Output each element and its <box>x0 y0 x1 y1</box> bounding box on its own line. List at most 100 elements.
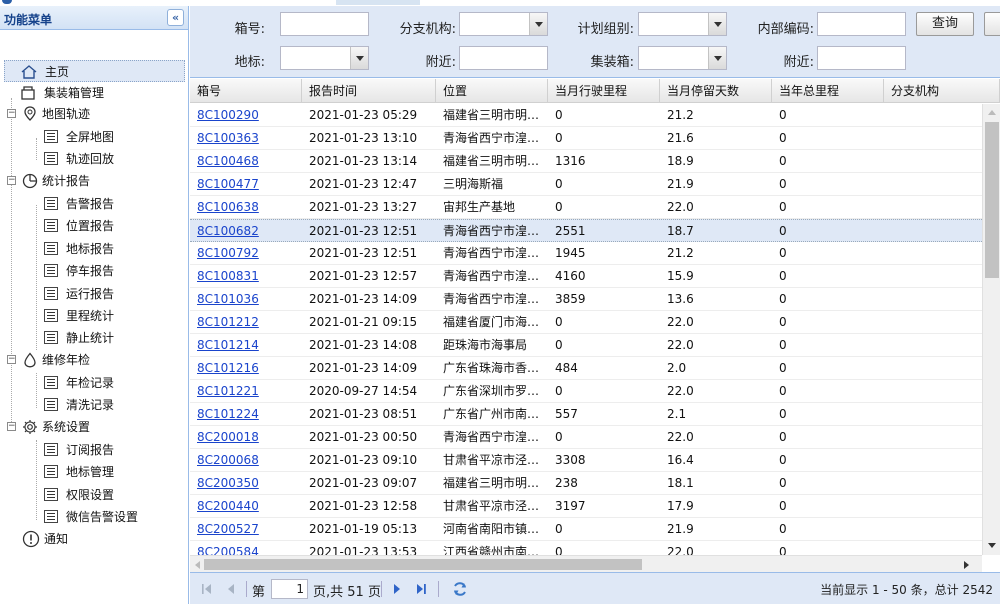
column-header[interactable]: 当月停留天数 <box>660 79 772 103</box>
table-row[interactable]: 8C101036 2021-01-23 14:09 青海省西宁市湟中县 3859 13.… <box>190 288 982 311</box>
table-row[interactable]: 8C101216 2021-01-23 14:09 广东省珠海市香洲区 484 2.0 0 <box>190 357 982 380</box>
sidebar-item-running-report[interactable]: 运行报告 <box>4 283 185 305</box>
sidebar-item-system-settings[interactable]: − 系统设置 <box>4 416 185 438</box>
table-row[interactable]: 8C200018 2021-01-23 00:50 青海省西宁市湟中县 0 22.0 0 <box>190 426 982 449</box>
sidebar-item-statistics[interactable]: − 统计报告 <box>4 170 185 192</box>
box-no-link[interactable]: 8C100792 <box>190 242 302 264</box>
table-row[interactable]: 8C100468 2021-01-23 13:14 福建省三明市明溪县 1316 18.… <box>190 150 982 173</box>
collapse-toggle-icon[interactable]: − <box>7 355 16 364</box>
table-row[interactable]: 8C100363 2021-01-23 13:10 青海省西宁市湟中县 0 21.6 0 <box>190 127 982 150</box>
box-no-link[interactable]: 8C100290 <box>190 104 302 126</box>
table-row[interactable]: 8C100290 2021-01-23 05:29 福建省三明市明溪县 0 21.2 0 <box>190 104 982 127</box>
sidebar-item-subscribe-report[interactable]: 订阅报告 <box>4 439 185 461</box>
column-header[interactable]: 箱号 <box>190 79 302 103</box>
prev-page-icon[interactable] <box>224 582 238 596</box>
sidebar-item-fullscreen-map[interactable]: 全屏地图 <box>4 126 185 148</box>
query-button[interactable]: 查询 <box>916 12 974 36</box>
refresh-icon[interactable] <box>452 581 468 597</box>
column-header[interactable]: 位置 <box>436 79 548 103</box>
horizontal-scrollbar[interactable] <box>190 555 982 572</box>
sidebar-item-home[interactable]: 主页 <box>4 60 185 82</box>
box-no-link[interactable]: 8C100468 <box>190 150 302 172</box>
table-row[interactable]: 8C200584 2021-01-23 13:53 江西省赣州市南康区 0 22.0 0 <box>190 541 982 555</box>
column-header[interactable]: 当月行驶里程 <box>548 79 660 103</box>
box-no-link[interactable]: 8C101224 <box>190 403 302 425</box>
scroll-left-icon[interactable] <box>193 560 201 570</box>
box-no-link[interactable]: 8C100638 <box>190 196 302 218</box>
table-row[interactable]: 8C200440 2021-01-23 12:58 甘肃省平凉市泾川县 3197 17.… <box>190 495 982 518</box>
box-no-link[interactable]: 8C200584 <box>190 541 302 555</box>
box-no-link[interactable]: 8C200068 <box>190 449 302 471</box>
table-row[interactable]: 8C200068 2021-01-23 09:10 甘肃省平凉市泾川县 3308 16.… <box>190 449 982 472</box>
collapse-toggle-icon[interactable]: − <box>7 109 16 118</box>
last-page-icon[interactable] <box>414 582 428 596</box>
landmark-select[interactable] <box>280 46 369 70</box>
sidebar-item-wechat-alarm[interactable]: 微信告警设置 <box>4 506 185 528</box>
box-no-link[interactable]: 8C200018 <box>190 426 302 448</box>
scroll-thumb[interactable] <box>985 122 999 278</box>
sidebar-item-permissions[interactable]: 权限设置 <box>4 484 185 506</box>
sidebar-item-notifications[interactable]: 通知 <box>4 528 185 550</box>
sidebar-item-inspection-records[interactable]: 年检记录 <box>4 372 185 394</box>
next-page-icon[interactable] <box>390 582 404 596</box>
table-row[interactable]: 8C101224 2021-01-23 08:51 广东省广州市南沙区 557 2.1 0 <box>190 403 982 426</box>
extra-button[interactable] <box>984 12 1000 36</box>
sidebar-item-maintenance[interactable]: − 维修年检 <box>4 349 185 371</box>
first-page-icon[interactable] <box>200 582 214 596</box>
chevron-down-icon[interactable] <box>529 13 547 35</box>
scroll-right-icon[interactable] <box>963 560 971 570</box>
top-tab[interactable] <box>336 0 420 5</box>
table-row[interactable]: 8C101214 2021-01-23 14:08 距珠海市海事局 0 22.0 0 <box>190 334 982 357</box>
sidebar-item-landmark-report[interactable]: 地标报告 <box>4 238 185 260</box>
box-no-link[interactable]: 8C101216 <box>190 357 302 379</box>
sidebar-item-idle-stats[interactable]: 静止统计 <box>4 327 185 349</box>
box-no-link[interactable]: 8C100363 <box>190 127 302 149</box>
chevron-down-icon[interactable] <box>708 47 726 69</box>
scroll-up-icon[interactable] <box>987 108 997 116</box>
branch-select[interactable] <box>459 12 548 36</box>
box-no-input[interactable] <box>280 12 369 36</box>
table-row[interactable]: 8C200350 2021-01-23 09:07 福建省三明市明溪县 238 18.1… <box>190 472 982 495</box>
box-no-link[interactable]: 8C200527 <box>190 518 302 540</box>
scroll-thumb[interactable] <box>204 559 642 570</box>
nearby-2-input[interactable] <box>817 46 906 70</box>
box-no-link[interactable]: 8C101214 <box>190 334 302 356</box>
sidebar-item-alarm-report[interactable]: 告警报告 <box>4 193 185 215</box>
box-no-link[interactable]: 8C100831 <box>190 265 302 287</box>
chevron-down-icon[interactable] <box>708 13 726 35</box>
table-row[interactable]: 8C100831 2021-01-23 12:57 青海省西宁市湟中县 4160 15.… <box>190 265 982 288</box>
sidebar-item-track-playback[interactable]: 轨迹回放 <box>4 148 185 170</box>
collapse-toggle-icon[interactable]: − <box>7 422 16 431</box>
page-number-input[interactable]: 1 <box>271 579 308 599</box>
chevron-down-icon[interactable] <box>350 47 368 69</box>
sidebar-item-position-report[interactable]: 位置报告 <box>4 215 185 237</box>
table-row[interactable]: 8C100792 2021-01-23 12:51 青海省西宁市湟中县 1945 21.… <box>190 242 982 265</box>
table-row[interactable]: 8C101221 2020-09-27 14:54 广东省深圳市罗湖区 0 22.0 0 <box>190 380 982 403</box>
table-row[interactable]: 8C101212 2021-01-21 09:15 福建省厦门市海沧区 0 22.0 0 <box>190 311 982 334</box>
collapse-sidebar-button[interactable]: « <box>167 9 184 26</box>
nearby-input[interactable] <box>459 46 548 70</box>
box-no-link[interactable]: 8C100477 <box>190 173 302 195</box>
box-no-link[interactable]: 8C101221 <box>190 380 302 402</box>
column-header[interactable]: 报告时间 <box>302 79 436 103</box>
container-select[interactable] <box>638 46 727 70</box>
sidebar-item-mileage-stats[interactable]: 里程统计 <box>4 305 185 327</box>
internal-code-input[interactable] <box>817 12 906 36</box>
table-row[interactable]: 8C200527 2021-01-19 05:13 河南省南阳市镇平县 0 21.9 0 <box>190 518 982 541</box>
table-row[interactable]: 8C100477 2021-01-23 12:47 三明海斯福 0 21.9 0 <box>190 173 982 196</box>
column-header[interactable]: 当年总里程 <box>772 79 884 103</box>
sidebar-item-container-mgmt[interactable]: 集装箱管理 <box>4 82 185 104</box>
table-row[interactable]: 8C100638 2021-01-23 13:27 宙邦生产基地 0 22.0 0 <box>190 196 982 219</box>
sidebar-item-cleaning-records[interactable]: 清洗记录 <box>4 394 185 416</box>
plan-group-select[interactable] <box>638 12 727 36</box>
sidebar-item-landmark-mgmt[interactable]: 地标管理 <box>4 461 185 483</box>
box-no-link[interactable]: 8C200350 <box>190 472 302 494</box>
table-row[interactable]: 8C100682 2021-01-23 12:51 青海省西宁市湟中县 2551 18.… <box>190 219 982 242</box>
sidebar-item-map-track[interactable]: − 地图轨迹 <box>4 103 185 125</box>
box-no-link[interactable]: 8C100682 <box>190 220 302 242</box>
collapse-toggle-icon[interactable]: − <box>7 176 16 185</box>
box-no-link[interactable]: 8C101212 <box>190 311 302 333</box>
sidebar-item-parking-report[interactable]: 停车报告 <box>4 260 185 282</box>
vertical-scrollbar[interactable] <box>982 104 1000 555</box>
box-no-link[interactable]: 8C200440 <box>190 495 302 517</box>
